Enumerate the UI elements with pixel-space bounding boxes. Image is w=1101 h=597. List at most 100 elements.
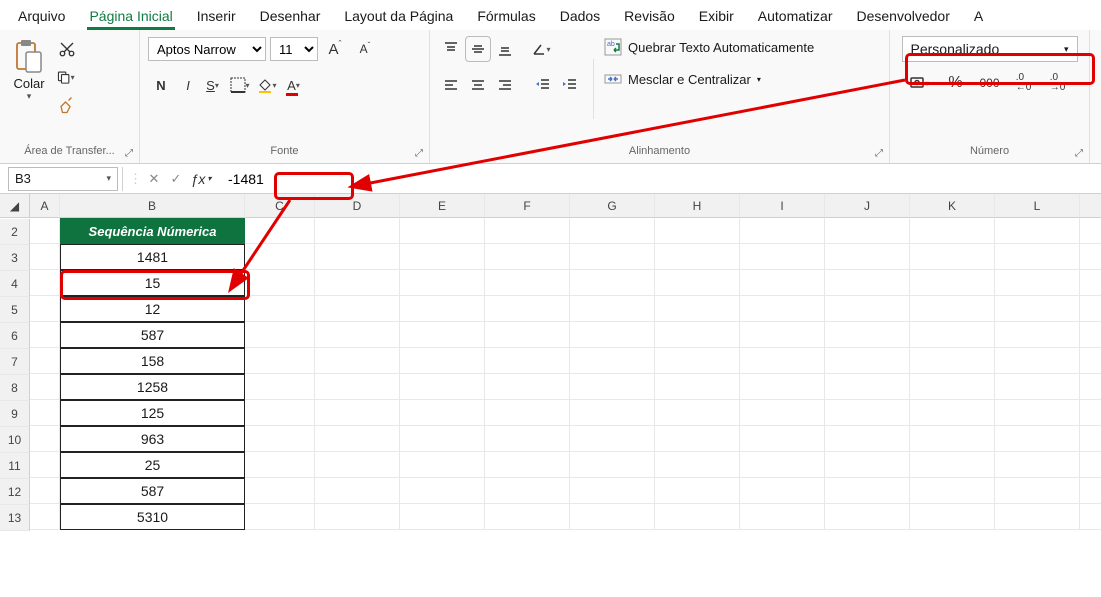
cell[interactable]	[30, 374, 60, 400]
fill-color-button[interactable]: ▾	[256, 72, 282, 98]
cell[interactable]	[485, 270, 570, 296]
cell[interactable]	[315, 400, 400, 426]
cell[interactable]: Sequência Númerica	[60, 218, 245, 244]
cell[interactable]	[485, 348, 570, 374]
cell[interactable]	[245, 218, 315, 244]
row-header[interactable]: 5	[0, 297, 30, 323]
increase-decimal-button[interactable]: .0←0	[1011, 70, 1037, 96]
cell[interactable]: 158	[60, 348, 245, 374]
cell[interactable]	[655, 244, 740, 270]
align-top-icon[interactable]	[438, 36, 464, 62]
cell[interactable]	[910, 374, 995, 400]
cell[interactable]	[910, 400, 995, 426]
col-header-H[interactable]: H	[655, 194, 740, 218]
decrease-decimal-button[interactable]: .0→0	[1045, 70, 1071, 96]
cell[interactable]: 587	[60, 322, 245, 348]
cell[interactable]	[30, 218, 60, 244]
cell[interactable]	[995, 478, 1080, 504]
cell[interactable]	[825, 296, 910, 322]
cell[interactable]	[825, 322, 910, 348]
cell[interactable]	[995, 322, 1080, 348]
col-header-K[interactable]: K	[910, 194, 995, 218]
cell[interactable]: 15	[60, 270, 245, 296]
cell[interactable]	[245, 296, 315, 322]
cell[interactable]	[400, 296, 485, 322]
cell[interactable]	[400, 374, 485, 400]
cell[interactable]	[910, 426, 995, 452]
cell[interactable]	[485, 296, 570, 322]
align-middle-icon[interactable]	[465, 36, 491, 62]
confirm-formula-icon[interactable]: ✓	[166, 166, 186, 192]
cell[interactable]	[1080, 504, 1101, 530]
cell[interactable]	[400, 244, 485, 270]
cell[interactable]	[1080, 322, 1101, 348]
cell[interactable]	[740, 348, 825, 374]
cell[interactable]	[485, 478, 570, 504]
col-header-I[interactable]: I	[740, 194, 825, 218]
cell[interactable]	[1080, 452, 1101, 478]
cell[interactable]: 5310	[60, 504, 245, 530]
col-header-B[interactable]: B	[60, 194, 245, 218]
col-header-C[interactable]: C	[245, 194, 315, 218]
col-header-J[interactable]: J	[825, 194, 910, 218]
cell[interactable]	[910, 322, 995, 348]
font-launcher-icon[interactable]: ⤢	[415, 148, 423, 159]
tab-arquivo[interactable]: Arquivo	[6, 4, 77, 30]
cell[interactable]	[995, 348, 1080, 374]
cell[interactable]	[1080, 296, 1101, 322]
cell[interactable]	[570, 270, 655, 296]
row-header[interactable]: 7	[0, 349, 30, 375]
cell[interactable]	[400, 400, 485, 426]
cell[interactable]: 1481	[60, 244, 245, 270]
cell[interactable]	[655, 478, 740, 504]
cell[interactable]	[245, 504, 315, 530]
number-launcher-icon[interactable]: ⤢	[1075, 148, 1083, 159]
underline-button[interactable]: S▾	[202, 72, 228, 98]
font-name-select[interactable]: Aptos Narrow	[148, 37, 266, 61]
cut-icon[interactable]	[56, 38, 78, 60]
cell[interactable]	[1080, 244, 1101, 270]
col-header-D[interactable]: D	[315, 194, 400, 218]
cell[interactable]	[30, 452, 60, 478]
cell[interactable]	[30, 244, 60, 270]
align-right-icon[interactable]	[492, 72, 518, 98]
cell[interactable]	[315, 348, 400, 374]
tab-desenvolvedor[interactable]: Desenvolvedor	[844, 4, 961, 30]
cell[interactable]	[400, 478, 485, 504]
decrease-font-icon[interactable]: Aˇ	[352, 36, 378, 62]
cell[interactable]	[315, 218, 400, 244]
cell[interactable]	[485, 374, 570, 400]
bold-button[interactable]: N	[148, 72, 174, 98]
tab-inserir[interactable]: Inserir	[185, 4, 248, 30]
tab-extra[interactable]: A	[962, 4, 995, 30]
cell[interactable]	[315, 270, 400, 296]
cell[interactable]	[485, 218, 570, 244]
cell[interactable]	[995, 270, 1080, 296]
cell[interactable]	[485, 322, 570, 348]
cell[interactable]	[655, 218, 740, 244]
col-header-G[interactable]: G	[570, 194, 655, 218]
cell[interactable]	[400, 218, 485, 244]
align-bottom-icon[interactable]	[492, 36, 518, 62]
cell[interactable]: 1258	[60, 374, 245, 400]
cell[interactable]	[400, 504, 485, 530]
cell[interactable]	[485, 452, 570, 478]
cell[interactable]	[570, 504, 655, 530]
cell[interactable]	[1080, 270, 1101, 296]
cell[interactable]	[910, 504, 995, 530]
tab-revisao[interactable]: Revisão	[612, 4, 687, 30]
align-center-icon[interactable]	[465, 72, 491, 98]
cell[interactable]	[995, 452, 1080, 478]
cell[interactable]	[825, 374, 910, 400]
cell[interactable]	[315, 478, 400, 504]
cell[interactable]	[570, 218, 655, 244]
cell[interactable]	[655, 400, 740, 426]
row-header[interactable]: 13	[0, 505, 30, 531]
cell[interactable]	[740, 322, 825, 348]
cell[interactable]	[740, 374, 825, 400]
cell[interactable]	[245, 244, 315, 270]
row-header[interactable]: 3	[0, 245, 30, 271]
cell[interactable]	[30, 348, 60, 374]
row-header[interactable]: 11	[0, 453, 30, 479]
cell[interactable]	[655, 374, 740, 400]
